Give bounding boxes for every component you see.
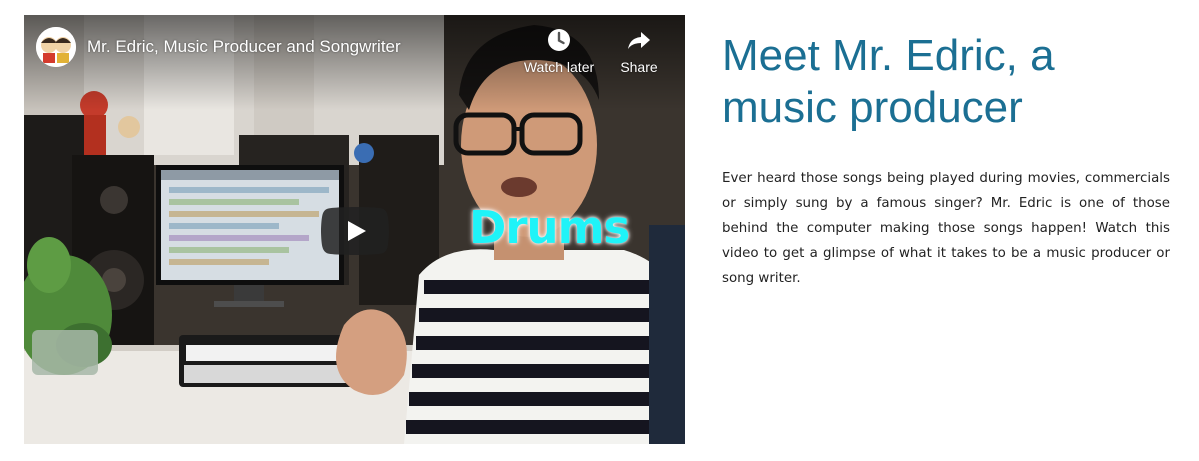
video-overlay-caption: Drums [469, 201, 630, 254]
share-arrow-icon [628, 32, 650, 49]
channel-avatar-icon [36, 27, 76, 67]
channel-avatar[interactable] [36, 27, 76, 67]
share-label: Share [620, 59, 658, 75]
share-button[interactable]: Share [614, 27, 664, 79]
video-player[interactable]: Mr. Edric, Music Producer and Songwriter… [24, 15, 685, 444]
watch-later-button[interactable]: Watch later [518, 27, 600, 79]
clock-icon [548, 29, 570, 51]
article-description: Ever heard those songs being played duri… [722, 171, 1170, 286]
play-button[interactable] [321, 207, 389, 255]
video-title[interactable]: Mr. Edric, Music Producer and Songwriter [87, 37, 401, 57]
watch-later-label: Watch later [523, 59, 595, 75]
page-heading: Meet Mr. Edric, a music producer [722, 31, 1055, 132]
play-icon [321, 207, 389, 255]
